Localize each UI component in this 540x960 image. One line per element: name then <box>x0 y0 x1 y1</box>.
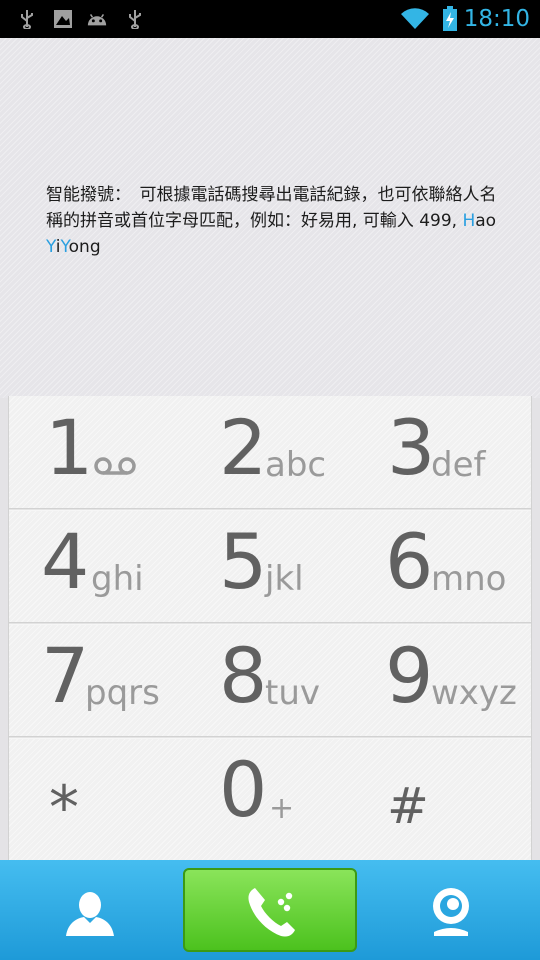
status-bar: 18:10 <box>0 0 540 38</box>
key-letters: pqrs <box>85 673 160 713</box>
key-digit: 0 <box>219 745 268 834</box>
usb-icon <box>124 8 146 30</box>
key-9[interactable]: 9 wxyz <box>357 624 531 738</box>
key-digit: 1 <box>45 403 94 492</box>
hint-highlight: H <box>462 211 476 231</box>
key-8[interactable]: 8 tuv <box>183 624 357 738</box>
key-0[interactable]: 0 + <box>183 738 357 860</box>
bottom-action-bar <box>0 860 540 960</box>
key-2[interactable]: 2 abc <box>183 396 357 510</box>
contacts-button[interactable] <box>62 890 118 938</box>
key-letters: + <box>269 791 295 826</box>
key-star[interactable]: * <box>9 738 183 860</box>
keypad-row: * 0 + # <box>9 738 531 860</box>
key-digit: * <box>49 773 79 843</box>
key-digit: 7 <box>41 631 90 720</box>
video-call-button[interactable] <box>428 886 474 938</box>
smart-dial-hint-area: 智能撥號： 可根據電話碼搜尋出電話紀錄，也可依聯絡人名稱的拼音或首位字母匹配，例… <box>0 38 540 398</box>
keypad-row: 7 pqrs 8 tuv 9 wxyz <box>9 624 531 738</box>
wifi-icon <box>400 8 430 30</box>
key-digit: 2 <box>219 403 268 492</box>
battery-charging-icon <box>440 6 460 31</box>
key-7[interactable]: 7 pqrs <box>9 624 183 738</box>
key-letters: def <box>431 445 486 485</box>
key-digit: 4 <box>41 517 90 606</box>
key-letters: ghi <box>91 559 144 599</box>
smart-dial-hint: 智能撥號： 可根據電話碼搜尋出電話紀錄，也可依聯絡人名稱的拼音或首位字母匹配，例… <box>46 182 506 260</box>
key-letters: abc <box>265 445 327 485</box>
key-digit: 9 <box>385 631 434 720</box>
key-6[interactable]: 6 mno <box>357 510 531 624</box>
hint-highlight: Y <box>60 237 69 257</box>
key-5[interactable]: 5 jkl <box>183 510 357 624</box>
key-digit: 3 <box>387 403 436 492</box>
hint-text: ong <box>68 237 101 257</box>
hint-text: ao <box>475 211 497 231</box>
key-1[interactable]: 1 <box>9 396 183 510</box>
key-letters: jkl <box>265 559 304 599</box>
key-letters: tuv <box>265 673 321 713</box>
key-digit: # <box>387 777 429 835</box>
key-digit: 8 <box>219 631 268 720</box>
clock: 18:10 <box>463 6 530 32</box>
key-hash[interactable]: # <box>357 738 531 860</box>
hint-highlight: Y <box>46 237 56 257</box>
key-digit: 5 <box>219 517 268 606</box>
hint-text-body: 智能撥號： 可根據電話碼搜尋出電話紀錄，也可依聯絡人名稱的拼音或首位字母匹配，例… <box>46 185 497 231</box>
key-4[interactable]: 4 ghi <box>9 510 183 624</box>
keypad-row: 4 ghi 5 jkl 6 mno <box>9 510 531 624</box>
video-call-icon <box>428 888 474 942</box>
usb-icon <box>16 8 38 30</box>
voicemail-icon <box>93 454 137 482</box>
phone-icon <box>241 880 305 944</box>
key-letters: wxyz <box>431 673 517 713</box>
key-3[interactable]: 3 def <box>357 396 531 510</box>
key-letters: mno <box>431 559 507 599</box>
android-icon <box>86 8 108 30</box>
image-icon <box>52 8 74 30</box>
contacts-icon <box>62 892 118 942</box>
dial-keypad: 1 2 abc 3 def 4 ghi 5 jkl 6 mno 7 pqrs 8… <box>8 396 532 860</box>
call-button[interactable] <box>183 868 357 952</box>
key-digit: 6 <box>385 517 434 606</box>
keypad-row: 1 2 abc 3 def <box>9 396 531 510</box>
